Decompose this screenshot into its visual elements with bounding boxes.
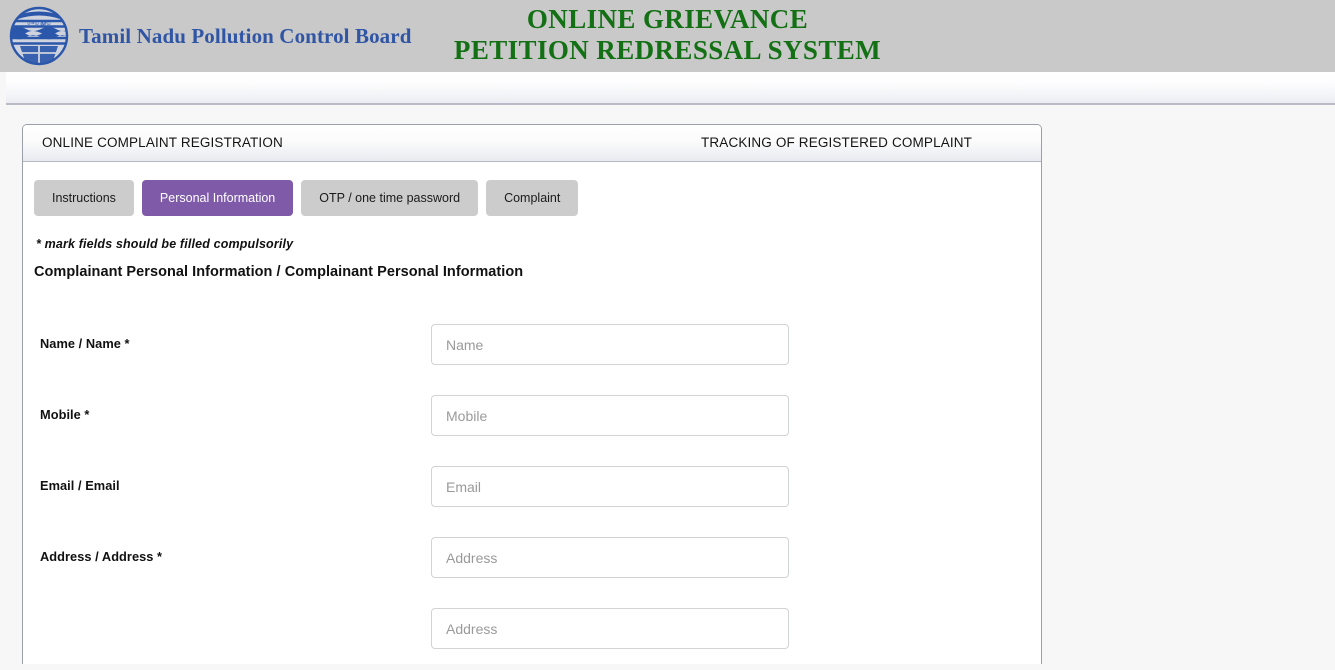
brand-name: Tamil Nadu Pollution Control Board <box>79 23 412 48</box>
form-row-name: Name / Name * <box>23 315 1041 386</box>
tab-otp-one-time-password[interactable]: OTP / one time password <box>301 180 479 216</box>
personal-information-form: Name / Name * Mobile * Email / Email Add… <box>23 315 1041 670</box>
tnpcb-globe-logo-icon: மாய் தூய் <box>8 5 70 67</box>
masthead: மாய் தூய் Tamil Nadu Pollution Control B… <box>0 0 1335 72</box>
address-field-label: Address / Address * <box>40 549 163 564</box>
page-body: ONLINE COMPLAINT REGISTRATION TRACKING O… <box>0 105 1335 664</box>
tab-otp-one-time-password-label: OTP / one time password <box>319 191 461 205</box>
mobile-field-label: Mobile * <box>40 407 90 422</box>
email-input[interactable] <box>431 466 789 507</box>
tab-complaint[interactable]: Complaint <box>486 180 579 216</box>
section-title: Complainant Personal Information / Compl… <box>34 264 524 280</box>
compulsory-fields-note: * mark fields should be filled compulsor… <box>36 237 294 251</box>
tab-online-complaint-registration[interactable]: ONLINE COMPLAINT REGISTRATION <box>42 135 283 150</box>
tab-tracking-of-registered-complaint[interactable]: TRACKING OF REGISTERED COMPLAINT <box>701 135 972 150</box>
form-row-mobile: Mobile * <box>23 386 1041 457</box>
navigation-bar <box>6 72 1335 105</box>
tab-instructions[interactable]: Instructions <box>34 180 134 216</box>
brand: மாய் தூய் Tamil Nadu Pollution Control B… <box>8 0 411 72</box>
complaint-registration-panel: ONLINE COMPLAINT REGISTRATION TRACKING O… <box>22 124 1042 664</box>
address-line-1-input[interactable] <box>431 537 789 578</box>
tab-instructions-label: Instructions <box>52 191 116 205</box>
panel-header: ONLINE COMPLAINT REGISTRATION TRACKING O… <box>23 125 1041 162</box>
mobile-input[interactable] <box>431 395 789 436</box>
form-row-address-line-1: Address / Address * <box>23 528 1041 599</box>
form-row-address-line-2 <box>23 599 1041 670</box>
name-input[interactable] <box>431 324 789 365</box>
address-line-2-input[interactable] <box>431 608 789 649</box>
svg-text:மாய் தூய்: மாய் தூய் <box>27 20 51 26</box>
wizard-tabs: Instructions Personal Information OTP / … <box>34 180 586 216</box>
form-row-email: Email / Email <box>23 457 1041 528</box>
email-field-label: Email / Email <box>40 478 120 493</box>
tab-complaint-label: Complaint <box>504 191 561 205</box>
name-field-label: Name / Name * <box>40 336 130 351</box>
tab-personal-information-label: Personal Information <box>159 191 276 205</box>
tab-personal-information[interactable]: Personal Information <box>141 180 294 216</box>
